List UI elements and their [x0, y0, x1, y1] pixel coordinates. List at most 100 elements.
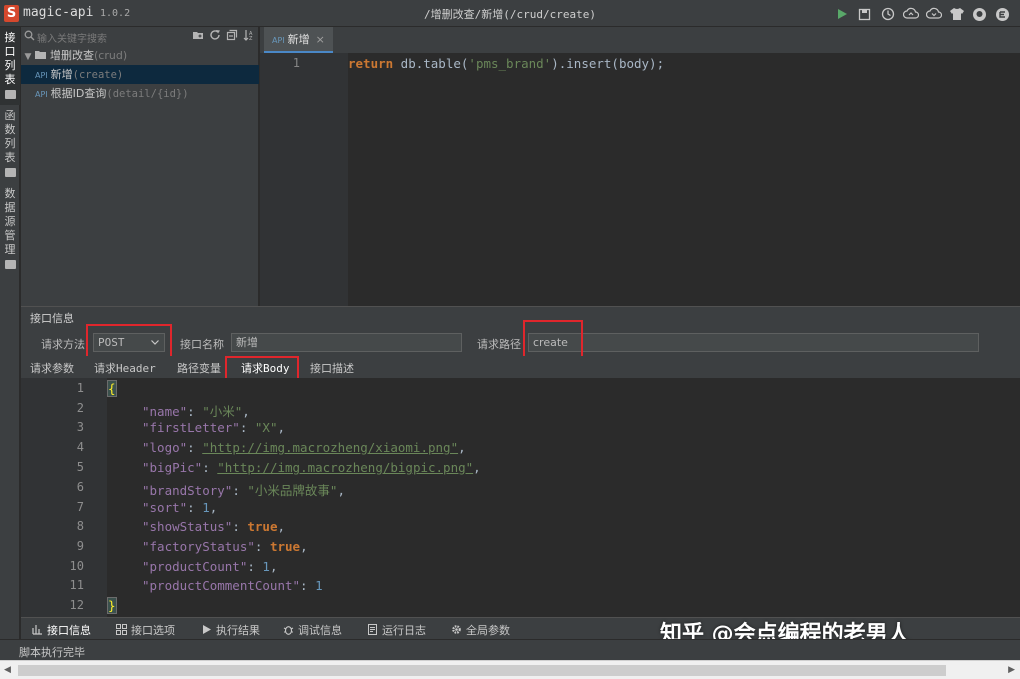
- vtab-api-list[interactable]: 接口列表: [0, 27, 20, 105]
- line-number: 12: [69, 598, 84, 612]
- vtab-api-list-label: 接口列表: [4, 31, 16, 86]
- run-icon[interactable]: [832, 5, 851, 23]
- scroll-right-icon[interactable]: ▶: [1008, 665, 1015, 675]
- info-form-row: 请求方法 POST 接口名称 新增 请求路径 create: [21, 320, 1020, 362]
- line-number: 9: [76, 539, 84, 553]
- json-key: "sort": [142, 500, 188, 515]
- json-key: "name": [142, 404, 188, 419]
- json-value: 1: [315, 578, 323, 593]
- upload-icon[interactable]: [901, 5, 920, 23]
- svg-text:Z: Z: [249, 36, 253, 41]
- left-vertical-tabs: 接口列表 函数列表 数据源管理: [0, 27, 20, 639]
- title-bar: S magic-api 1.0.2 /增删改查/新增(/crud/create): [0, 0, 1020, 27]
- tab-request-header[interactable]: 请求Header: [94, 360, 156, 376]
- close-icon[interactable]: ×: [316, 33, 325, 46]
- tree-search[interactable]: 输入关键字搜索 AZ: [21, 27, 259, 45]
- vtab-function-list[interactable]: 函数列表: [0, 105, 20, 183]
- code-string: 'pms_brand': [468, 56, 552, 71]
- api-path-input[interactable]: create: [528, 333, 979, 352]
- editor-tab-create[interactable]: API 新增 ×: [264, 27, 333, 53]
- bottom-tab-api-options[interactable]: 接口选项: [116, 622, 175, 638]
- bottom-tab-api-info[interactable]: 接口信息: [32, 622, 91, 638]
- tree-group-crud[interactable]: ▼ 增删改查(crud): [21, 46, 259, 65]
- line-number: 7: [76, 500, 84, 514]
- json-value: true: [247, 519, 278, 534]
- vtab-datasource[interactable]: 数据源管理: [0, 183, 20, 275]
- bottom-tab-debug[interactable]: 调试信息: [283, 622, 342, 638]
- json-value: true: [269, 539, 301, 554]
- editor-tab-label: 新增: [287, 33, 310, 46]
- json-line: "factoryStatus": true,: [142, 539, 308, 554]
- json-value: 1: [262, 559, 270, 574]
- line-number: 2: [76, 401, 84, 415]
- log-icon: [368, 624, 377, 635]
- folder-icon: [35, 51, 46, 59]
- search-input[interactable]: 输入关键字搜索: [37, 30, 107, 45]
- skin-icon[interactable]: [947, 5, 966, 23]
- line-number: 8: [76, 519, 84, 533]
- editor-tab-bar: API 新增 ×: [260, 27, 1020, 53]
- title-toolbar: [832, 5, 1012, 23]
- code-line: return db.table('pms_brand').insert(body…: [348, 56, 664, 71]
- tab-api-description[interactable]: 接口描述: [310, 360, 354, 376]
- sort-icon[interactable]: AZ: [243, 29, 255, 41]
- api-info-icon: [32, 625, 42, 635]
- json-key: "logo": [142, 440, 188, 455]
- folder-icon: [4, 90, 16, 99]
- code-text: db.table(: [393, 56, 469, 71]
- scrollbar-thumb[interactable]: [18, 665, 946, 676]
- collapse-all-icon[interactable]: [226, 29, 238, 41]
- json-value: "X": [254, 420, 278, 435]
- gitee-icon[interactable]: [993, 5, 1012, 23]
- line-number: 4: [76, 440, 84, 454]
- line-number: 5: [76, 460, 84, 474]
- script-editor[interactable]: return db.table('pms_brand').insert(body…: [348, 53, 1020, 306]
- save-icon[interactable]: [855, 5, 874, 23]
- api-name-input[interactable]: 新增: [231, 333, 462, 352]
- api-tree-panel: 输入关键字搜索 AZ ▼ 增删改查(crud) API 新增(create) API…: [21, 27, 259, 306]
- tab-request-params[interactable]: 请求参数: [30, 360, 74, 376]
- line-number: 1: [292, 56, 300, 70]
- play-icon: [203, 625, 211, 634]
- name-label: 接口名称: [180, 338, 224, 351]
- json-line: "showStatus": true,: [142, 519, 286, 534]
- history-icon[interactable]: [878, 5, 897, 23]
- bottom-tab-result[interactable]: 执行结果: [201, 622, 260, 638]
- json-key: "factoryStatus": [142, 539, 255, 554]
- api-name: 根据ID查询: [50, 87, 107, 100]
- scroll-left-icon[interactable]: ◀: [4, 665, 11, 675]
- github-icon[interactable]: [970, 5, 989, 23]
- json-close-brace: }: [107, 597, 117, 614]
- json-key: "brandStory": [142, 483, 233, 498]
- json-line: "name": "小米",: [142, 404, 250, 419]
- gear-icon: [452, 625, 461, 634]
- tree-item-create[interactable]: API 新增(create): [21, 65, 259, 84]
- json-key: "showStatus": [142, 519, 233, 534]
- bottom-tab-global[interactable]: 全局参数: [451, 622, 510, 638]
- tree-item-detail[interactable]: API 根据ID查询(detail/{id}): [21, 84, 259, 103]
- line-number: 3: [76, 420, 84, 434]
- tab-path-variables[interactable]: 路径变量: [177, 360, 221, 376]
- editor-gutter: 1: [260, 53, 348, 306]
- json-key: "bigPic": [142, 460, 203, 475]
- line-number: 1: [76, 381, 84, 395]
- group-path: (crud): [94, 49, 128, 62]
- api-tag: API: [272, 36, 285, 45]
- horizontal-scrollbar[interactable]: ◀ ▶: [0, 660, 1020, 679]
- download-icon[interactable]: [924, 5, 943, 23]
- json-key: "productCount": [142, 559, 248, 574]
- json-open-brace: {: [107, 380, 117, 397]
- path-label: 请求路径: [477, 338, 521, 351]
- tree-tools: AZ: [192, 29, 255, 41]
- request-body-editor[interactable]: { "name": "小米", "firstLetter": "X", "logo"…: [107, 378, 1020, 617]
- json-value: "小米品牌故事": [247, 483, 338, 498]
- json-value: 1: [202, 500, 210, 515]
- new-folder-icon[interactable]: [192, 29, 204, 41]
- code-text: ).insert(body);: [551, 56, 665, 71]
- refresh-icon[interactable]: [209, 29, 221, 41]
- api-tag: API: [35, 71, 48, 80]
- status-text: 脚本执行完毕: [19, 646, 85, 659]
- bottom-tab-log[interactable]: 运行日志: [367, 622, 426, 638]
- api-path: (create): [72, 69, 124, 81]
- line-number: 10: [69, 559, 84, 573]
